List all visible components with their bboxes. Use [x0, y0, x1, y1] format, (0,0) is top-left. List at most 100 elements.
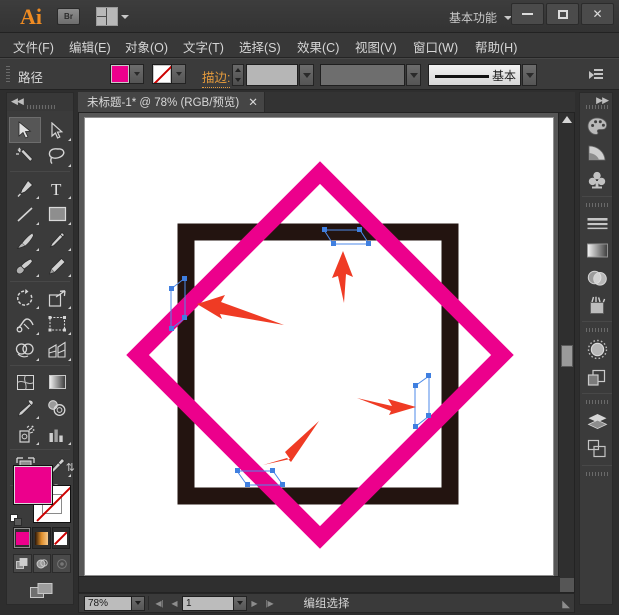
brush-definition-field[interactable]: 基本 — [428, 64, 521, 86]
panel-group-grip-5[interactable] — [586, 472, 608, 476]
line-segment-tool[interactable] — [9, 201, 41, 227]
draw-inside-button[interactable] — [52, 554, 71, 573]
vertical-scrollbar-thumb[interactable] — [561, 345, 573, 367]
mesh-tool[interactable] — [9, 369, 41, 395]
menu-type[interactable]: 文字(T) — [180, 37, 227, 56]
panel-group-grip-2[interactable] — [586, 203, 608, 207]
control-panel-menu-icon[interactable] — [589, 69, 603, 81]
change-screen-mode-button[interactable] — [27, 581, 57, 601]
perspective-grid-tool[interactable] — [41, 337, 73, 363]
type-tool[interactable]: T — [41, 175, 73, 201]
tools-panel-grip[interactable] — [27, 105, 55, 109]
draw-normal-button[interactable] — [13, 554, 32, 573]
maximize-button[interactable] — [546, 3, 579, 25]
tools-panel-header[interactable]: ◀◀ — [7, 93, 73, 111]
lasso-tool[interactable] — [41, 143, 73, 169]
stroke-chevron-down-icon[interactable] — [172, 64, 186, 84]
panel-group-grip-1[interactable] — [586, 105, 608, 109]
menu-help[interactable]: 帮助(H) — [472, 37, 520, 56]
gradient-panel-icon[interactable] — [584, 238, 610, 264]
arrange-documents-icon[interactable] — [96, 7, 118, 26]
rectangle-tool[interactable] — [41, 201, 73, 227]
menu-window[interactable]: 窗口(W) — [410, 37, 461, 56]
variable-width-chevron-down-icon[interactable] — [406, 64, 421, 86]
menu-object[interactable]: 对象(O) — [122, 37, 171, 56]
paintbrush-tool[interactable] — [9, 227, 41, 253]
selection-tool[interactable] — [9, 117, 41, 143]
workspace-switcher-label[interactable]: 基本功能 — [449, 9, 497, 26]
minimize-button[interactable] — [511, 3, 544, 25]
color-panel-icon[interactable] — [584, 113, 610, 139]
fill-color-control[interactable] — [110, 64, 144, 84]
eraser-tool[interactable] — [41, 253, 73, 279]
scale-tool[interactable] — [41, 285, 73, 311]
menu-file[interactable]: 文件(F) — [10, 37, 57, 56]
scroll-up-icon[interactable] — [562, 116, 572, 123]
width-tool[interactable] — [9, 311, 41, 337]
blend-tool[interactable] — [41, 395, 73, 421]
stroke-weight-input[interactable] — [246, 64, 298, 86]
rotate-tool[interactable] — [9, 285, 41, 311]
graphic-styles-panel-icon[interactable] — [584, 365, 610, 391]
none-mode-button[interactable] — [52, 527, 70, 549]
direct-selection-tool[interactable] — [41, 117, 73, 143]
fill-stroke-controls: ⇅ — [13, 465, 71, 523]
bridge-button[interactable]: Br — [57, 8, 80, 25]
stroke-panel-icon[interactable] — [584, 211, 610, 237]
artboard-canvas[interactable] — [84, 117, 554, 576]
layers-panel-icon[interactable] — [584, 408, 610, 434]
close-button[interactable]: ✕ — [581, 3, 614, 25]
panel-group-grip-3[interactable] — [586, 328, 608, 332]
menu-effect[interactable]: 效果(C) — [294, 37, 342, 56]
blob-brush-tool[interactable] — [9, 253, 41, 279]
document-tab[interactable]: 未标题-1* @ 78% (RGB/预览) ✕ — [78, 92, 265, 112]
variable-width-profile-input[interactable] — [320, 64, 405, 86]
svg-text:T: T — [51, 180, 62, 197]
free-transform-tool[interactable] — [41, 311, 73, 337]
fill-chevron-down-icon[interactable] — [130, 64, 144, 84]
arrange-chevron-down-icon[interactable] — [121, 15, 129, 19]
pen-tool[interactable] — [9, 175, 41, 201]
symbol-sprayer-tool[interactable] — [9, 421, 41, 447]
eyedropper-tool[interactable] — [9, 395, 41, 421]
fill-color-swatch[interactable] — [13, 465, 53, 505]
menu-view[interactable]: 视图(V) — [352, 37, 400, 56]
horizontal-scrollbar[interactable] — [79, 576, 560, 592]
appearance-panel-icon[interactable] — [584, 336, 610, 362]
magic-wand-tool[interactable] — [9, 143, 41, 169]
menu-select[interactable]: 选择(S) — [236, 37, 284, 56]
stroke-weight-label[interactable]: 描边: — [202, 67, 230, 88]
illustrator-window: Ai Br 基本功能 ✕ 文件(F) 编辑(E) 对象(O) 文字(T) 选择(… — [0, 0, 619, 615]
resize-grip-icon[interactable]: ◣ — [562, 599, 570, 610]
color-guide-panel-icon[interactable] — [584, 140, 610, 166]
stroke-weight-stepper[interactable] — [232, 64, 244, 86]
collapse-tools-icon[interactable]: ◀◀ — [11, 96, 23, 107]
vertical-scrollbar[interactable] — [558, 113, 574, 578]
close-icon[interactable]: ✕ — [248, 95, 258, 109]
symbols-panel-icon[interactable] — [584, 167, 610, 193]
shape-builder-tool[interactable] — [9, 337, 41, 363]
pencil-tool[interactable] — [41, 227, 73, 253]
artboards-panel-icon[interactable] — [584, 435, 610, 461]
panel-group-grip-4[interactable] — [586, 400, 608, 404]
tools-panel: ◀◀ — [6, 92, 74, 605]
fill-swatch[interactable] — [110, 64, 130, 84]
stroke-swatch-none-icon[interactable] — [152, 64, 172, 84]
brush-chevron-down-icon[interactable] — [522, 64, 537, 86]
menu-edit[interactable]: 编辑(E) — [66, 37, 114, 56]
artwork-svg — [85, 118, 554, 576]
draw-behind-button[interactable] — [33, 554, 52, 573]
brushes-panel-icon[interactable] — [584, 292, 610, 318]
color-mode-button[interactable] — [13, 527, 31, 549]
control-panel-grip[interactable] — [6, 66, 10, 84]
swap-fill-stroke-icon[interactable]: ⇅ — [66, 461, 75, 474]
stroke-color-control[interactable] — [152, 64, 186, 84]
transparency-panel-icon[interactable] — [584, 265, 610, 291]
gradient-tool[interactable] — [41, 369, 73, 395]
column-graph-tool[interactable] — [41, 421, 73, 447]
stroke-weight-chevron-down-icon[interactable] — [299, 64, 314, 86]
drawing-mode-buttons — [13, 554, 71, 573]
gradient-mode-button[interactable] — [32, 527, 50, 549]
app-logo-icon: Ai — [20, 4, 42, 30]
default-fill-stroke-icon[interactable] — [10, 514, 23, 527]
